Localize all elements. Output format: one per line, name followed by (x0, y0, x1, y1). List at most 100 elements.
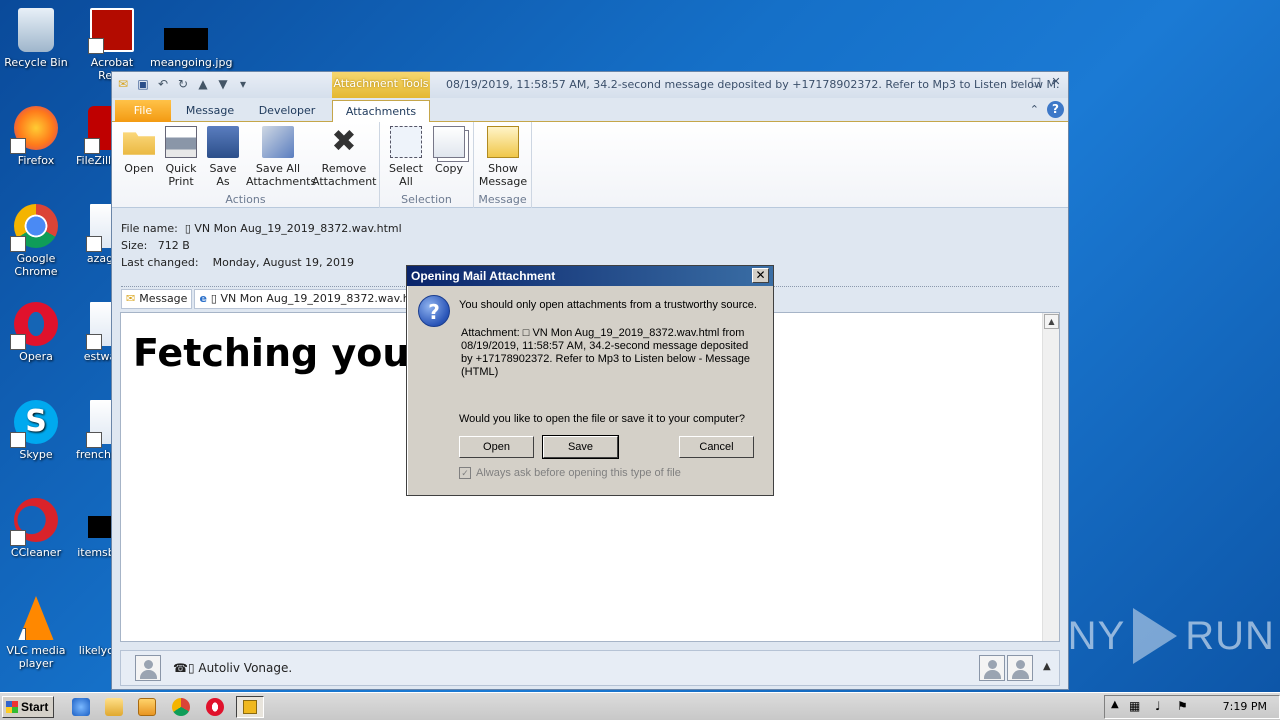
tray-expand-icon[interactable]: ▲ (1111, 699, 1119, 710)
message-tab[interactable]: ✉ Message (121, 289, 193, 309)
firefox-icon (10, 106, 58, 154)
desktop-icon-ccleaner[interactable]: CCleaner (0, 498, 72, 559)
desktop-icon-label: Skype (19, 448, 53, 461)
chrome-taskbar-icon[interactable] (172, 698, 190, 716)
chrome-icon (10, 204, 58, 252)
save-as-button[interactable]: Save As (204, 126, 242, 188)
actions-group-label: Actions (225, 193, 266, 206)
quick-access-toolbar: ✉ ▣ ↶ ↻ ▲ ▼ ▾ (116, 77, 250, 91)
desktop-icon-filezilla[interactable]: FileZilla (76, 106, 116, 167)
tab-attachments[interactable]: Attachments (332, 100, 430, 123)
desktop-icon-firefox[interactable]: Firefox (0, 106, 72, 167)
remove-x-icon: ✖ (331, 124, 357, 159)
attachment-tab[interactable]: e ▯ VN Mon Aug_19_2019_8372.wav.ht (194, 289, 420, 309)
undo-icon[interactable]: ↶ (156, 77, 170, 91)
dialog-save-button[interactable]: Save (542, 435, 619, 459)
ie-taskbar-icon[interactable] (72, 698, 90, 716)
always-ask-checkbox-row: ✓ Always ask before opening this type of… (459, 467, 681, 479)
desktop-icon-vlc[interactable]: VLC media player (0, 596, 72, 670)
start-button[interactable]: Start (2, 696, 54, 718)
remove-attachment-button[interactable]: ✖ Remove Attachment (312, 124, 377, 189)
minimize-ribbon-icon[interactable]: ⌃ (1030, 103, 1039, 116)
ribbon-right-controls: ⌃ ? (1030, 101, 1064, 118)
customize-toolbar-icon[interactable]: ▾ (236, 77, 250, 91)
desktop-icon-label: CCleaner (10, 546, 62, 559)
attachment-tools-context-tab: Attachment Tools (332, 72, 430, 98)
save-all-label-1: Save All (255, 162, 301, 175)
desktop-icon-label: likelyc (78, 644, 114, 657)
desktop-icon-label: Recycle Bin (4, 56, 68, 69)
skype-icon: S (10, 400, 58, 448)
show-message-button[interactable]: Show Message (478, 126, 528, 188)
desktop-icon-doc-likelyc[interactable]: likelyc (76, 596, 116, 657)
quick-print-label-2: Print (168, 175, 194, 188)
sender-name[interactable]: ☎▯ Autoliv Vonage. (173, 661, 292, 675)
dialog-cancel-button[interactable]: Cancel (679, 436, 754, 458)
network-icon[interactable]: ▦ (1129, 699, 1140, 713)
contact-avatar-1[interactable] (979, 655, 1005, 681)
show-message-icon (487, 126, 519, 158)
dialog-title: Opening Mail Attachment (407, 266, 773, 286)
desktop-icon-skype[interactable]: S Skype (0, 400, 72, 461)
open-label: Open (124, 162, 154, 175)
desktop-icon-meangoing[interactable]: meangoing.jpg (150, 8, 232, 69)
file-name-label: File name: (121, 222, 178, 235)
scroll-up-icon[interactable]: ▲ (1044, 314, 1059, 329)
dialog-warning: You should only open attachments from a … (459, 299, 757, 311)
next-item-icon[interactable]: ▼ (216, 77, 230, 91)
copy-button[interactable]: Copy (430, 126, 468, 175)
desktop-icon-label: Opera (19, 350, 53, 363)
preview-scrollbar[interactable]: ▲ (1042, 313, 1059, 641)
desktop-icon-opera[interactable]: Opera (0, 302, 72, 363)
opera-icon (10, 302, 58, 350)
close-icon[interactable]: ✕ (1048, 75, 1064, 89)
attachment-line-3: by +17178902372. Refer to Mp3 to Listen … (461, 353, 750, 365)
contact-avatar-2[interactable] (1007, 655, 1033, 681)
desktop-icon-recycle-bin[interactable]: Recycle Bin (0, 8, 72, 69)
show-message-label-2: Message (478, 175, 528, 188)
previous-item-icon[interactable]: ▲ (196, 77, 210, 91)
save-as-label-1: Save (209, 162, 237, 175)
remove-label-1: Remove (321, 162, 367, 175)
desktop-icon-itemsb[interactable]: itemsb (76, 498, 116, 559)
last-changed-value: Monday, August 19, 2019 (212, 256, 354, 269)
maximize-icon[interactable]: □ (1028, 75, 1044, 89)
tab-developer[interactable]: Developer (252, 100, 322, 122)
dialog-close-button[interactable]: ✕ (752, 268, 769, 283)
volume-icon[interactable]: ♩ (1155, 699, 1161, 713)
desktop-icon-label: Google Chrome (14, 252, 58, 278)
desktop-icon-label: itemsb (77, 546, 115, 559)
action-center-flag-icon[interactable]: ⚑ (1177, 699, 1188, 713)
redo-icon[interactable]: ↻ (176, 77, 190, 91)
people-pane: ☎▯ Autoliv Vonage. ▲ (120, 650, 1060, 686)
select-all-button[interactable]: Select All (386, 126, 426, 188)
save-icon[interactable]: ▣ (136, 77, 150, 91)
open-button[interactable]: Open (120, 126, 158, 175)
save-all-attachments-button[interactable]: Save All Attachments (246, 126, 316, 188)
desktop-icon-label: frenchs (76, 448, 116, 461)
save-as-icon (207, 126, 239, 158)
outlook-taskbar-button[interactable] (236, 696, 264, 718)
tab-file[interactable]: File (115, 100, 171, 122)
always-ask-label: Always ask before opening this type of f… (476, 467, 681, 479)
expand-people-pane-icon[interactable]: ▲ (1043, 661, 1051, 672)
word-doc-icon (76, 596, 116, 640)
media-player-taskbar-icon[interactable] (138, 698, 156, 716)
message-tab-label: Message (139, 292, 188, 305)
envelope-icon: ✉ (126, 292, 136, 305)
help-icon[interactable]: ? (1047, 101, 1064, 118)
attachment-line-1: Attachment: □ VN Mon Aug_19_2019_8372.wa… (461, 327, 745, 339)
desktop-icon-chrome[interactable]: Google Chrome (0, 204, 72, 278)
opera-taskbar-icon[interactable] (206, 698, 224, 716)
ie-html-icon: e (199, 292, 207, 305)
show-message-label-1: Show (488, 162, 518, 175)
tab-message[interactable]: Message (178, 100, 242, 122)
explorer-taskbar-icon[interactable] (105, 698, 123, 716)
always-ask-checkbox[interactable]: ✓ (459, 467, 471, 479)
desktop-icon-doc-frenchs[interactable]: frenchs (76, 400, 116, 461)
clock[interactable]: 7:19 PM (1223, 700, 1267, 713)
ccleaner-icon (10, 498, 58, 546)
quick-print-button[interactable]: Quick Print (162, 126, 200, 188)
minimize-icon[interactable]: – (1008, 75, 1024, 89)
dialog-open-button[interactable]: Open (459, 436, 534, 458)
